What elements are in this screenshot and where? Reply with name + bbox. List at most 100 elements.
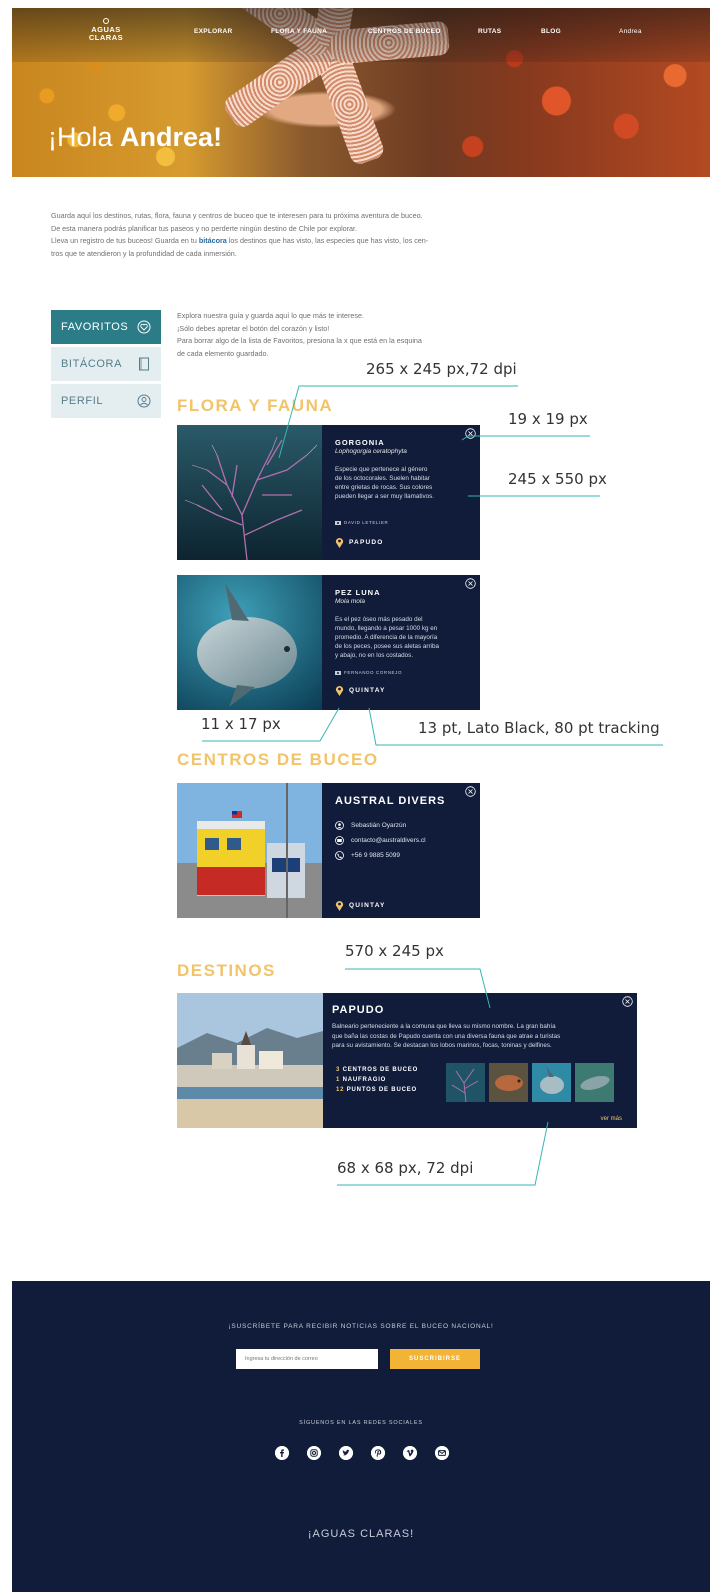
remove-favorite-icon[interactable]	[465, 428, 476, 439]
intro-line: De esta manera podrás planificar tus pas…	[51, 223, 358, 233]
dive-center-image	[177, 783, 322, 918]
intro-line: Lleva un registro de tus buceos! Guarda …	[51, 236, 429, 245]
sidebar-item-perfil[interactable]: PERFIL	[51, 384, 161, 418]
intro-text: Guarda aquí los destinos, rutas, flora, …	[51, 210, 541, 260]
footer-brand: ¡AGUAS CLARAS!	[307, 1528, 415, 1540]
favorites-explanation: Explora nuestra guía y guarda aquí lo qu…	[177, 310, 517, 360]
section-title-destinos: DESTINOS	[177, 961, 276, 980]
favorite-card-pez-luna[interactable]: PEZ LUNA Mola mola Es el pez óseo más pe…	[177, 575, 480, 710]
annotation-typography: 13 pt, Lato Black, 80 pt tracking	[418, 719, 660, 737]
annotation-pin-size: 11 x 17 px	[201, 715, 281, 733]
destination-stats: 3 CENTROS DE BUCEO 1 NAUFRAGIO 12 PUNTOS…	[336, 1065, 418, 1095]
card-description: Es el pez óseo más pesado del mundo, lleg…	[335, 616, 439, 659]
card-body: PAPUDO Balneario perteneciente a la comu…	[332, 993, 632, 1128]
species-thumbnail[interactable]	[446, 1063, 485, 1102]
email-input[interactable]	[236, 1349, 378, 1369]
species-thumbnail[interactable]	[532, 1063, 571, 1102]
nav-flora-fauna[interactable]: FLORA Y FAUNA	[271, 28, 327, 35]
favorite-card-austral-divers[interactable]: AUSTRAL DIVERS Sebastián Oyarzún contact…	[177, 783, 480, 918]
sidebar-item-favoritos[interactable]: FAVORITOS	[51, 310, 161, 344]
phone-icon	[335, 851, 344, 860]
sidebar: FAVORITOS BITÁCORA PERFIL	[51, 310, 161, 421]
instagram-icon[interactable]	[307, 1446, 321, 1460]
location-pin-icon	[335, 901, 344, 911]
mail-icon[interactable]	[435, 1446, 449, 1460]
heart-icon	[137, 320, 151, 334]
camera-icon	[335, 671, 341, 675]
nav-user[interactable]: Andrea	[619, 28, 642, 35]
photo-credit: DAVID LETELIER	[335, 520, 388, 525]
nav-centros[interactable]: CENTROS DE BUCEO	[368, 28, 441, 35]
social-text: SÍGUENOS EN LAS REDES SOCIALES	[299, 1420, 423, 1426]
social-icons	[271, 1446, 451, 1462]
section-title-centros: CENTROS DE BUCEO	[177, 750, 379, 769]
stat-row: 3 CENTROS DE BUCEO	[336, 1067, 419, 1073]
card-title: PEZ LUNA	[335, 588, 381, 597]
scientific-name: Mola mola	[335, 598, 365, 605]
annotation-card-size: 245 x 550 px	[508, 470, 607, 488]
card-body: GORGONIA Lophogorgia ceratophyta Especie…	[335, 425, 475, 560]
species-thumbnail[interactable]	[575, 1063, 614, 1102]
main-nav: EXPLORAR FLORA Y FAUNA CENTROS DE BUCEO …	[12, 28, 710, 40]
card-description: Balneario perteneciente a la comuna que …	[332, 1023, 561, 1049]
card-location: QUINTAY	[335, 685, 386, 696]
intro-line: tros que te atendieron y la profundidad …	[51, 248, 237, 258]
subscribe-button[interactable]: SUSCRIBIRSE	[390, 1349, 480, 1369]
user-icon	[335, 821, 344, 830]
contact-email[interactable]: contacto@australdivers.cl	[335, 836, 426, 845]
greeting-name: Andrea!	[120, 122, 223, 152]
sidebar-item-label: FAVORITOS	[61, 321, 129, 333]
card-title: PAPUDO	[332, 1004, 385, 1016]
twitter-icon[interactable]	[339, 1446, 353, 1460]
remove-favorite-icon[interactable]	[622, 996, 633, 1007]
annotation-thumbnail-size: 68 x 68 px, 72 dpi	[337, 1159, 474, 1177]
card-location: QUINTAY	[335, 900, 386, 911]
card-title: GORGONIA	[335, 438, 385, 447]
card-description: Especie que pertenece al género de los oc…	[335, 466, 435, 500]
papudo-image	[177, 993, 323, 1128]
nav-blog[interactable]: BLOG	[541, 28, 561, 35]
mail-icon	[335, 836, 344, 845]
facebook-icon[interactable]	[275, 1446, 289, 1460]
scientific-name: Lophogorgia ceratophyta	[335, 448, 407, 455]
explain-line: de cada elemento guardado.	[177, 348, 269, 358]
annotation-close-icon-size: 19 x 19 px	[508, 410, 588, 428]
pez-luna-image	[177, 575, 322, 710]
camera-icon	[335, 521, 341, 525]
sidebar-item-label: BITÁCORA	[61, 358, 123, 370]
bitacora-link[interactable]: bitácora	[199, 236, 227, 245]
nav-explorar[interactable]: EXPLORAR	[194, 28, 233, 35]
contact-phone[interactable]: +56 9 9885 5099	[335, 851, 400, 860]
sidebar-item-bitacora[interactable]: BITÁCORA	[51, 347, 161, 381]
page: AGUAS CLARAS EXPLORAR FLORA Y FAUNA CENT…	[12, 8, 710, 1592]
user-icon	[137, 394, 151, 408]
stat-row: 12 PUNTOS DE BUCEO	[336, 1087, 417, 1093]
greeting-prefix: ¡Hola	[48, 122, 113, 152]
explain-line: Explora nuestra guía y guarda aquí lo qu…	[177, 311, 364, 320]
footer: ¡SUSCRÍBETE PARA RECIBIR NOTICIAS SOBRE …	[12, 1281, 710, 1592]
card-location: PAPUDO	[335, 537, 384, 548]
card-body: PEZ LUNA Mola mola Es el pez óseo más pe…	[335, 575, 475, 710]
remove-favorite-icon[interactable]	[465, 578, 476, 589]
nav-rutas[interactable]: RUTAS	[478, 28, 501, 35]
remove-favorite-icon[interactable]	[465, 786, 476, 797]
book-icon	[137, 357, 151, 371]
annotation-dest-card-size: 570 x 245 px	[345, 942, 444, 960]
favorite-card-gorgonia[interactable]: GORGONIA Lophogorgia ceratophyta Especie…	[177, 425, 480, 560]
contact-person: Sebastián Oyarzún	[335, 821, 406, 830]
photo-credit: FERNANDO CORNEJO	[335, 670, 402, 675]
pinterest-icon[interactable]	[371, 1446, 385, 1460]
greeting: ¡Hola Andrea!	[48, 122, 222, 153]
explain-line: ¡Sólo debes apretar el botón del corazón…	[177, 323, 330, 333]
intro-line: Guarda aquí los destinos, rutas, flora, …	[51, 211, 423, 220]
subscribe-text: ¡SUSCRÍBETE PARA RECIBIR NOTICIAS SOBRE …	[228, 1323, 494, 1330]
hero-banner: AGUAS CLARAS EXPLORAR FLORA Y FAUNA CENT…	[12, 8, 710, 177]
species-thumbnail[interactable]	[489, 1063, 528, 1102]
favorite-card-papudo[interactable]: PAPUDO Balneario perteneciente a la comu…	[177, 993, 637, 1128]
card-title: AUSTRAL DIVERS	[335, 795, 446, 807]
explain-line: Para borrar algo de la lista de Favorito…	[177, 336, 422, 345]
vimeo-icon[interactable]	[403, 1446, 417, 1460]
annotation-image-size: 265 x 245 px,72 dpi	[366, 360, 517, 378]
gorgonia-image	[177, 425, 322, 560]
see-more-link[interactable]: ver más	[601, 1116, 622, 1122]
